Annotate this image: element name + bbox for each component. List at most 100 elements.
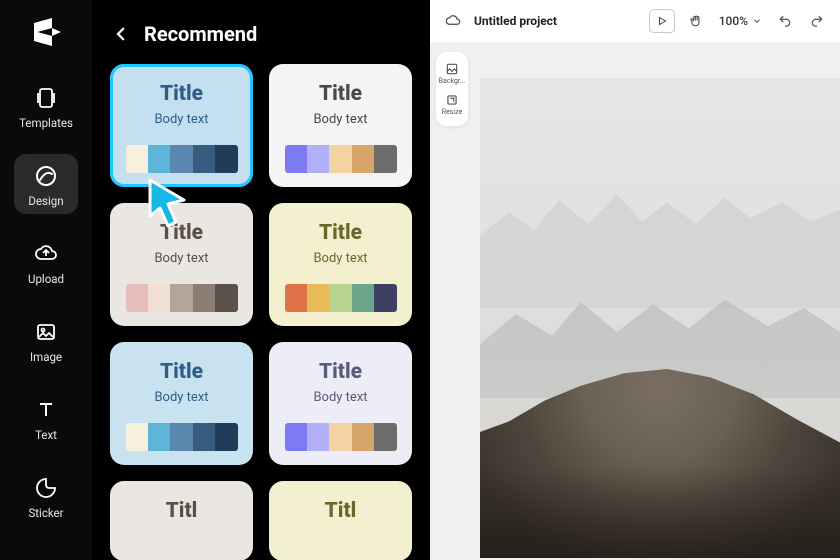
color-swatch (374, 423, 396, 451)
resize-tool[interactable]: Resize (439, 91, 465, 118)
cloud-icon[interactable] (442, 10, 464, 32)
theme-card[interactable]: Titl (269, 481, 412, 560)
color-swatch (126, 423, 148, 451)
color-swatch (148, 284, 170, 312)
color-swatch (329, 284, 351, 312)
theme-card[interactable]: Title Body text (110, 203, 253, 326)
app-logo[interactable] (28, 14, 64, 54)
color-swatch (170, 284, 192, 312)
color-swatch (307, 145, 329, 173)
color-swatches (126, 145, 238, 173)
sidebar-item-templates[interactable]: Templates (14, 76, 78, 136)
sidebar-item-design[interactable]: Design (14, 154, 78, 214)
tool-label: Resize (442, 108, 462, 116)
sidebar-item-label: Templates (19, 116, 73, 130)
card-title: Title (319, 82, 362, 106)
color-swatch (374, 145, 396, 173)
templates-icon (32, 84, 60, 112)
color-swatch (193, 284, 215, 312)
sidebar-item-label: Sticker (28, 506, 63, 520)
card-title: Title (319, 360, 362, 384)
card-body-text: Body text (313, 251, 367, 266)
tool-label: Backgr... (439, 77, 466, 85)
editor-toolbar: Untitled project 100% (430, 0, 840, 42)
color-swatch (148, 423, 170, 451)
editor-body: Backgr... Resize (430, 42, 840, 560)
zoom-value: 100% (719, 14, 748, 28)
color-swatches (285, 284, 397, 312)
color-swatch (215, 284, 237, 312)
card-body-text: Body text (154, 390, 208, 405)
background-tool[interactable]: Backgr... (439, 60, 465, 87)
color-swatch (193, 145, 215, 173)
color-swatch (193, 423, 215, 451)
card-body-text: Body text (313, 112, 367, 127)
color-swatch (352, 284, 374, 312)
card-title: Title (319, 221, 362, 245)
color-swatch (285, 423, 307, 451)
color-swatch (285, 284, 307, 312)
design-panel: Recommend TitleBody textTitleBody textTi… (92, 0, 430, 560)
sidebar-item-label: Text (35, 428, 57, 442)
canvas-mini-tools: Backgr... Resize (436, 52, 468, 126)
card-title: Title (160, 82, 203, 106)
panel-header: Recommend (92, 0, 430, 60)
canvas[interactable] (480, 78, 840, 558)
color-swatch (307, 423, 329, 451)
color-swatch (352, 423, 374, 451)
color-swatch (329, 145, 351, 173)
color-swatch (170, 423, 192, 451)
theme-card[interactable]: Title Body text (269, 342, 412, 465)
panel-title: Recommend (144, 22, 257, 46)
theme-card[interactable]: Title Body text (269, 203, 412, 326)
theme-card[interactable]: Title Body text (269, 64, 412, 187)
left-sidebar: Templates Design Upload Image (0, 0, 92, 560)
theme-card[interactable]: Title Body text (110, 64, 253, 187)
canvas-rocks-shadow (480, 468, 840, 558)
sidebar-item-label: Upload (28, 272, 64, 286)
color-swatch (215, 145, 237, 173)
card-title: Title (160, 360, 203, 384)
image-icon (32, 318, 60, 346)
undo-button[interactable] (774, 10, 796, 32)
card-title: Title (160, 221, 203, 245)
play-button[interactable] (649, 9, 675, 33)
color-swatch (170, 145, 192, 173)
card-title: Titl (166, 499, 198, 523)
hand-tool-icon[interactable] (685, 10, 707, 32)
theme-card[interactable]: Title Body text (110, 342, 253, 465)
color-swatch (352, 145, 374, 173)
color-swatch (307, 284, 329, 312)
text-icon (32, 396, 60, 424)
card-body-text: Body text (154, 251, 208, 266)
color-swatches (285, 423, 397, 451)
color-swatches (126, 284, 238, 312)
redo-button[interactable] (806, 10, 828, 32)
back-button[interactable] (112, 25, 130, 43)
color-swatch (126, 145, 148, 173)
editor-area: Untitled project 100% Backgr... Resize (430, 0, 840, 560)
card-title: Titl (325, 499, 357, 523)
card-body-text: Body text (154, 112, 208, 127)
design-icon (32, 162, 60, 190)
color-swatch (329, 423, 351, 451)
color-swatches (126, 423, 238, 451)
color-swatch (285, 145, 307, 173)
sidebar-item-image[interactable]: Image (14, 310, 78, 370)
sidebar-item-sticker[interactable]: Sticker (14, 466, 78, 526)
sidebar-item-upload[interactable]: Upload (14, 232, 78, 292)
theme-cards-grid: Title Body text Title Body text Title Body te… (92, 60, 430, 560)
sidebar-item-label: Design (28, 194, 63, 208)
sidebar-item-text[interactable]: Text (14, 388, 78, 448)
color-swatch (126, 284, 148, 312)
sidebar-item-label: Image (30, 350, 62, 364)
card-body-text: Body text (313, 390, 367, 405)
sticker-icon (32, 474, 60, 502)
color-swatches (285, 145, 397, 173)
zoom-control[interactable]: 100% (719, 14, 762, 28)
theme-card[interactable]: Titl (110, 481, 253, 560)
upload-icon (32, 240, 60, 268)
color-swatch (148, 145, 170, 173)
color-swatch (215, 423, 237, 451)
project-name[interactable]: Untitled project (474, 14, 557, 28)
